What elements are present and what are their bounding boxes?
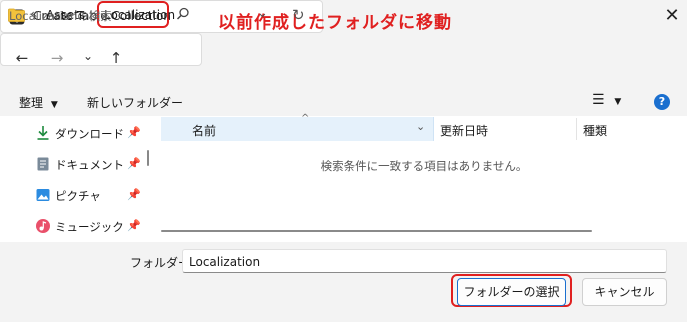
new-folder-button[interactable]: 新しいフォルダー — [87, 94, 183, 111]
document-icon — [35, 156, 51, 172]
pin-icon[interactable]: 📌 — [127, 157, 141, 170]
close-icon[interactable]: ✕ — [660, 4, 684, 28]
empty-results-message: 検索条件に一致する項目はありません。 — [320, 159, 528, 173]
sidebar-item-music[interactable]: ミュージック 📌 — [35, 216, 145, 238]
folder-name-value: Localization — [189, 255, 261, 269]
help-icon[interactable]: ? — [654, 94, 670, 110]
back-button[interactable]: ← — [10, 46, 34, 70]
column-header-name[interactable]: ^ 名前 ⌄ — [161, 113, 434, 141]
download-icon — [35, 125, 51, 141]
list-view-icon: ☰ — [592, 92, 605, 108]
sidebar-item-label: ダウンロード — [55, 127, 124, 141]
pin-icon[interactable]: 📌 — [127, 188, 141, 201]
recent-locations-chevron-icon[interactable]: ⌄ — [76, 44, 100, 68]
column-name-label: 名前 — [192, 124, 217, 138]
picture-icon — [35, 187, 51, 203]
sidebar-item-label: ドキュメント — [55, 158, 124, 172]
view-options-button[interactable]: ☰ ▼ — [592, 92, 621, 108]
sidebar-item-label: ミュージック — [55, 220, 124, 234]
refresh-icon[interactable]: ↻ — [292, 6, 305, 24]
column-header-type[interactable]: 種類 — [583, 122, 607, 139]
view-caret-icon: ▼ — [614, 97, 622, 107]
command-bar: 整理 ▼ 新しいフォルダー ☰ ▼ ? — [0, 87, 687, 116]
navigation-pane: ダウンロード 📌 ドキュメント 📌 ピクチャ 📌 ミュージック 📌 — [0, 116, 158, 242]
column-divider[interactable] — [576, 118, 577, 140]
pin-icon[interactable]: 📌 — [127, 219, 141, 232]
search-input[interactable]: Localizationの検索 — [9, 8, 112, 24]
sidebar-item-pictures[interactable]: ピクチャ 📌 — [35, 185, 145, 207]
organize-button[interactable]: 整理 ▼ — [19, 94, 58, 111]
horizontal-scrollbar[interactable] — [161, 230, 592, 232]
dialog-window: Create Table Collection 以前作成したフォルダに移動 ✕ … — [0, 0, 687, 322]
pin-icon[interactable]: 📌 — [127, 126, 141, 139]
sidebar-item-label: ピクチャ — [55, 189, 101, 203]
select-folder-button[interactable]: フォルダーの選択 — [457, 278, 566, 306]
up-button[interactable]: ↑ — [104, 46, 128, 70]
music-icon — [35, 218, 51, 234]
annotation-move-to-folder: 以前作成したフォルダに移動 — [218, 13, 452, 33]
organize-caret-icon: ▼ — [50, 100, 58, 110]
sidebar-scrollbar[interactable] — [147, 150, 149, 166]
organize-label: 整理 — [19, 96, 44, 110]
column-header-modified[interactable]: 更新日時 — [440, 122, 488, 139]
forward-button[interactable]: → — [45, 46, 69, 70]
sidebar-item-documents[interactable]: ドキュメント 📌 — [35, 154, 145, 176]
folder-name-field[interactable]: Localization — [182, 249, 667, 273]
sort-ascending-icon: ^ — [301, 113, 310, 124]
sidebar-item-downloads[interactable]: ダウンロード 📌 — [35, 123, 145, 145]
address-dropdown-chevron-icon[interactable]: ⌄ — [257, 6, 268, 21]
search-icon[interactable] — [176, 7, 190, 24]
cancel-button[interactable]: キャンセル — [582, 278, 667, 306]
breadcrumb-localization[interactable]: Localization — [104, 8, 175, 22]
column-filter-chevron-icon[interactable]: ⌄ — [416, 120, 425, 133]
